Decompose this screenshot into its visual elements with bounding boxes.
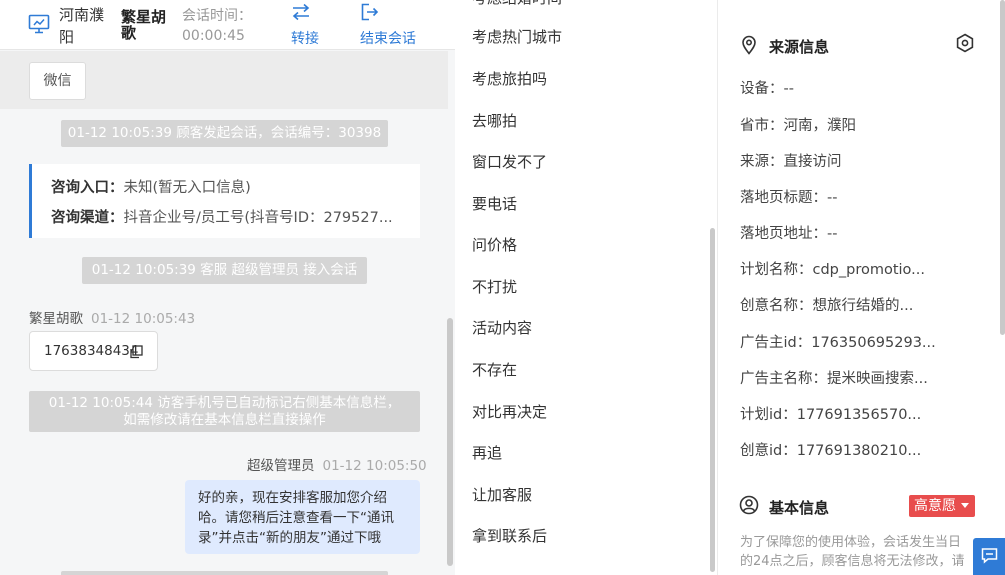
consult-info-card: 咨询入口：未知(暂无入口信息) 咨询渠道：抖音企业号/员工号(抖音号ID：279… [29,164,420,238]
quick-reply-item[interactable]: 窗口发不了 [472,151,547,172]
visitor-message: 17638348434 [29,331,158,371]
agent-message: 好的亲，现在安排客服加您介绍哈。请您稍后注意查看一下“通讯录”并点击“新的朋友”… [185,480,420,554]
edit-notice: 为了保障您的使用体验，会话发生当日的24点之后，顾客信息将无法修改，请 [740,535,965,569]
quick-reply-item[interactable]: 活动内容 [472,317,532,338]
source-info-title: 来源信息 [769,38,830,56]
session-time-label: 会话时间： [182,8,252,24]
system-message-join: 01-12 10:05:39 客服 超级管理员 接入会话 [82,257,367,284]
intent-label: 高意愿 [914,498,956,514]
visitor-name: 繁星胡歌 [121,8,167,42]
source-field-creative-name: 创意名称：想旅行结婚的... [740,298,914,314]
transfer-label: 转接 [291,31,319,47]
transfer-icon [292,3,310,21]
system-message-start: 01-12 10:05:39 顾客发起会话，会话编号：30398 [61,120,388,147]
quick-reply-item[interactable]: 不打扰 [472,276,517,297]
system-message-phone-mark: 01-12 10:05:44 访客手机号已自动标记右侧基本信息栏， 如需修改请在… [29,391,420,432]
quick-reply-item[interactable]: 不存在 [472,359,517,380]
quick-reply-list: 考虑结婚时间 考虑热门城市 考虑旅拍吗 去哪拍 窗口发不了 要电话 问价格 不打… [455,0,718,575]
chat-scrollbar[interactable] [447,318,453,566]
channel-value: 抖音企业号/员工号(抖音号ID：279527... [123,210,393,226]
basic-info-title: 基本信息 [769,499,830,517]
source-field-device: 设备：-- [740,81,794,97]
intent-dropdown[interactable]: 高意愿 [909,495,975,517]
source-field-advertiser-id: 广告主id：176350695293... [740,335,936,351]
visitor-sender-line: 繁星胡歌 01-12 10:05:43 [29,307,195,327]
end-session-label: 结束会话 [360,31,416,47]
quick-reply-item[interactable]: 去哪拍 [472,110,517,131]
user-icon [739,495,759,515]
source-field-plan-name: 计划名称：cdp_promotio... [740,262,926,278]
source-field-landing-url: 落地页地址：-- [740,226,838,242]
source-field-province: 省市：河南，濮阳 [740,118,856,134]
end-session-button[interactable]: 结束会话 [360,2,430,48]
entry-value: 未知(暂无入口信息) [123,180,251,196]
logout-icon [361,3,379,21]
quick-reply-item[interactable]: 让加客服 [472,484,532,505]
location-pin-icon [742,35,756,55]
wechat-tag[interactable]: 微信 [29,62,86,100]
source-field-advertiser-name: 广告主名称：提米映画搜索... [740,371,928,387]
monitor-icon [28,14,50,34]
quick-reply-item[interactable]: 拿到联系后 [472,525,547,546]
quick-reply-item[interactable]: 考虑旅拍吗 [472,68,547,89]
quick-reply-item-partial[interactable]: 考虑结婚时间 [472,0,562,8]
entry-row: 咨询入口：未知(暂无入口信息) [51,176,401,197]
session-time: 00:00:45 [182,28,245,44]
chat-bubble-icon [981,548,998,564]
visitor-phone: 17638348434 [44,343,139,359]
phone-mark-line2: 如需修改请在基本信息栏直接操作 [123,412,326,428]
entry-label: 咨询入口： [51,180,124,196]
channel-row: 咨询渠道：抖音企业号/员工号(抖音号ID：279527... [51,206,401,227]
quick-reply-item[interactable]: 要电话 [472,193,517,214]
quick-reply-item[interactable]: 问价格 [472,234,517,255]
customer-info-panel: 来源信息 设备：-- 省市：河南，濮阳 来源：直接访问 落地页标题：-- 落地页… [718,0,1005,575]
visitor-sender-name: 繁星胡歌 [29,311,83,327]
phone-mark-line1: 01-12 10:05:44 访客手机号已自动标记右侧基本信息栏， [48,395,401,411]
visitor-message-time: 01-12 10:05:43 [91,311,196,327]
copy-icon[interactable] [129,345,143,359]
source-field-origin: 来源：直接访问 [740,154,842,170]
channel-label: 咨询渠道： [51,210,124,226]
chat-messages[interactable]: 微信 01-12 10:05:39 顾客发起会话，会话编号：30398 咨询入口… [0,51,455,575]
quick-reply-scrollbar[interactable] [710,228,715,572]
channel-band: 微信 [0,51,448,109]
source-field-plan-id: 计划id：177691356570... [740,407,922,423]
transfer-button[interactable]: 转接 [291,2,361,48]
chat-panel: 河南濮阳 繁星胡歌 会话时间： 00:00:45 转接 结束会话 微信 01-1… [0,0,455,575]
system-message-partial [61,571,388,575]
chat-header: 河南濮阳 繁星胡歌 会话时间： 00:00:45 转接 结束会话 [0,0,455,50]
agent-sender-line: 超级管理员 01-12 10:05:50 [247,454,427,474]
quick-reply-item[interactable]: 再追 [472,442,502,463]
visitor-location: 河南濮阳 [59,6,105,46]
quick-reply-item[interactable]: 考虑热门城市 [472,26,562,47]
info-panel-scrollbar[interactable] [1000,0,1005,335]
agent-sender-name: 超级管理员 [247,458,315,474]
customer-service-float-button[interactable] [973,538,1005,575]
settings-icon[interactable] [955,33,975,53]
source-field-creative-id: 创意id：177691380210... [740,443,922,459]
agent-message-time: 01-12 10:05:50 [322,458,427,474]
caret-down-icon [961,503,969,508]
source-field-landing-title: 落地页标题：-- [740,190,838,206]
quick-reply-item[interactable]: 对比再决定 [472,401,547,422]
